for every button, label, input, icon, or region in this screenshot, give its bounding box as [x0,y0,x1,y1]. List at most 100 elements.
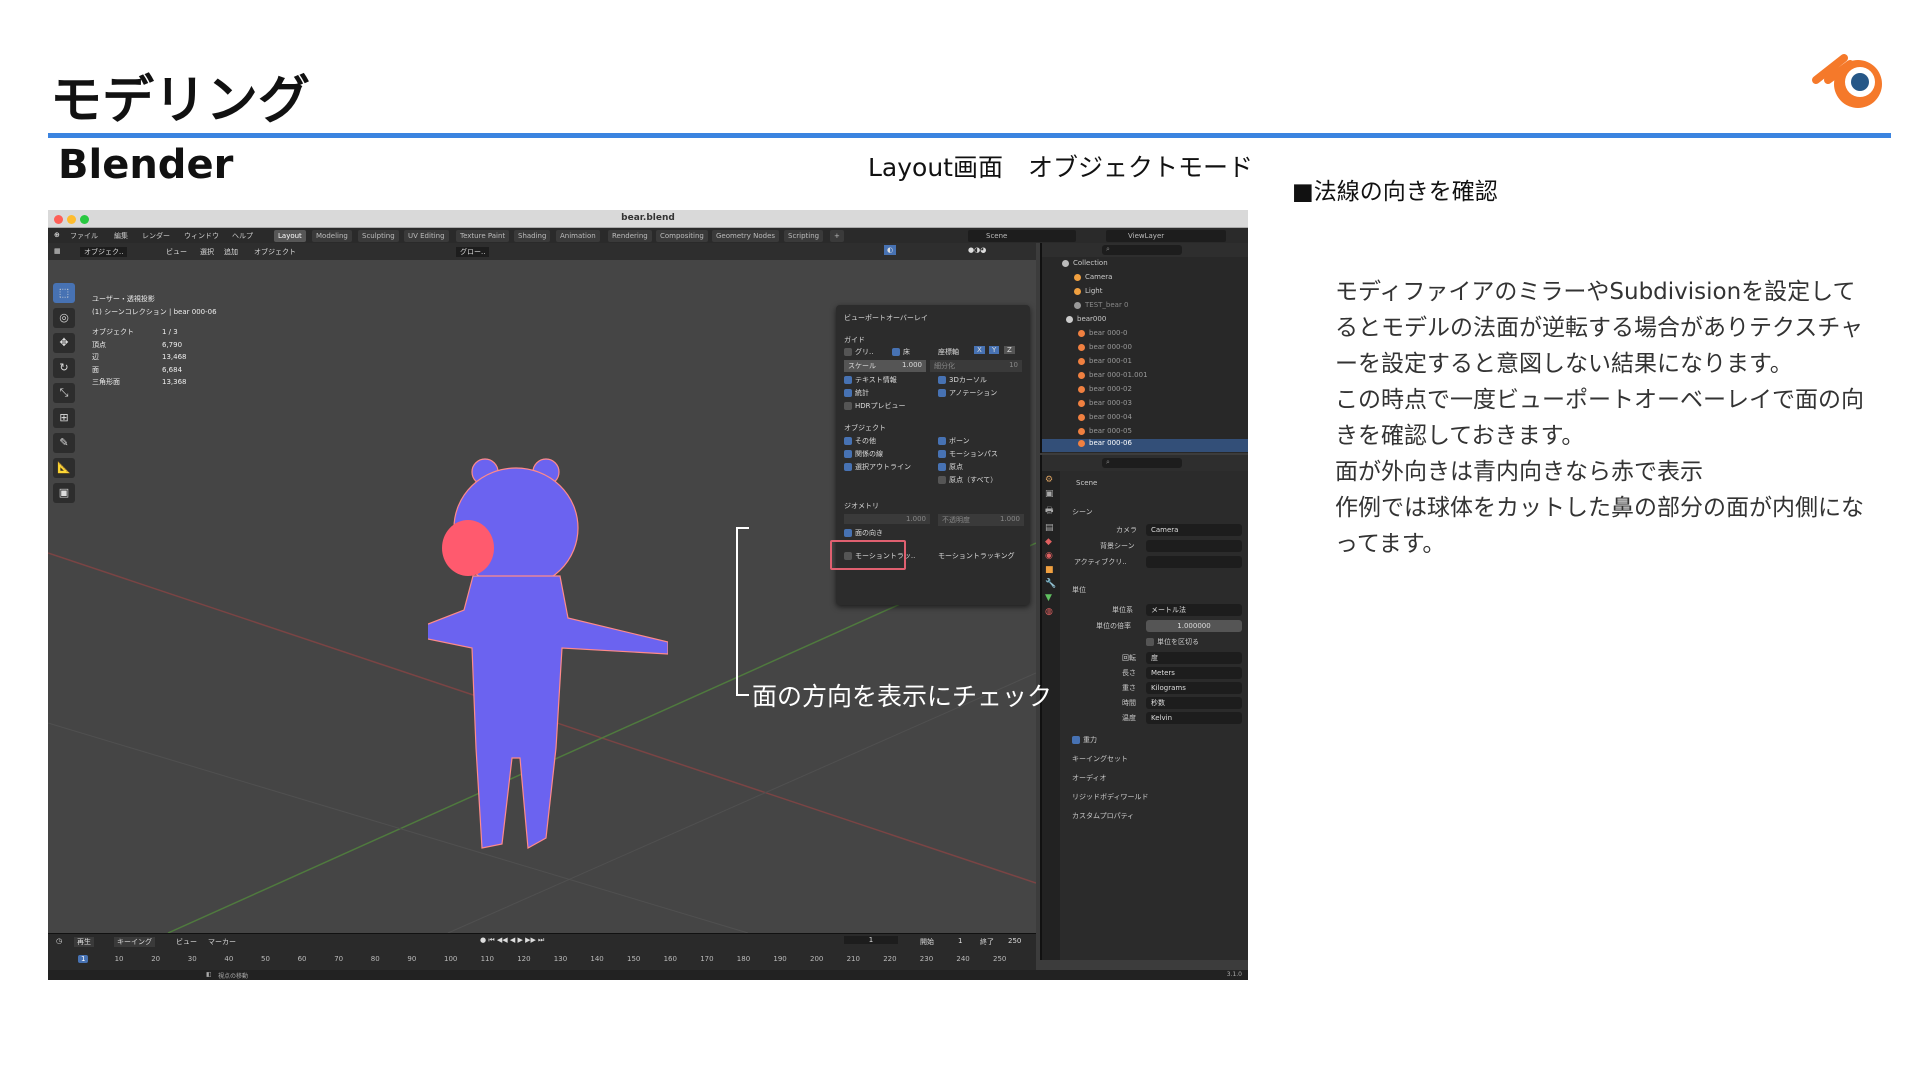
gravity-panel[interactable]: 重力 [1072,735,1097,745]
menu-object[interactable]: オブジェクト [254,247,296,257]
current-frame-field[interactable]: 1 [844,936,898,944]
rotate-icon[interactable]: ↻ [53,358,75,378]
overlay-hdr[interactable]: HDRプレビュー [844,401,906,411]
overlay-motion-paths[interactable]: モーションパス [938,449,998,459]
tab-animation[interactable]: Animation [556,230,600,242]
3d-cursor-checkbox[interactable] [938,376,946,384]
annotations-checkbox[interactable] [938,389,946,397]
menu-window[interactable]: ウィンドウ [184,231,219,241]
overlay-face-orientation[interactable]: 面の向き [844,528,883,538]
timeline-editor-icon[interactable]: ◷ [56,937,62,945]
tab-rendering[interactable]: Rendering [608,230,652,242]
tab-modeling[interactable]: Modeling [312,230,352,242]
separate-units[interactable]: 単位を区切る [1146,637,1199,647]
view-layer-tab-icon[interactable]: ▤ [1045,523,1057,533]
bear-model[interactable] [428,458,668,858]
overlay-motion-tracking-menu[interactable]: モーショントラッキング [938,551,1015,561]
floor-checkbox[interactable] [892,348,900,356]
tab-shading[interactable]: Shading [514,230,551,242]
tab-scripting[interactable]: Scripting [784,230,824,242]
world-tab-icon[interactable]: ◉ [1045,551,1057,561]
outliner-item[interactable]: Camera [1074,273,1112,281]
add-workspace-button[interactable]: + [830,230,844,242]
playback-controls-icon[interactable]: ● ⏮ ◀◀ ◀ ▶ ▶▶ ⏭ [480,936,544,945]
active-clip-field[interactable] [1146,556,1242,568]
outliner-item[interactable]: bear 000-01 [1078,357,1132,365]
mass-dropdown[interactable]: Kilograms [1146,682,1242,694]
outliner-item[interactable]: bear 000-04 [1078,413,1132,421]
outliner-item[interactable]: bear 000-00 [1078,343,1132,351]
overlay-toggle-icon[interactable]: ◐ [884,245,897,255]
timeline-ruler[interactable]: 1 10 20 30 40 50 60 70 80 90 100 110 120 130 140 150 160… [48,953,1036,967]
3d-viewport[interactable]: ▦ オブジェク.. ビュー 選択 追加 オブジェクト グロー.. ◐ ●◑◕ ⬚… [48,243,1036,933]
audio-panel[interactable]: オーディオ [1072,773,1107,783]
overlay-relations[interactable]: 関係の線 [844,449,883,459]
grid-checkbox[interactable] [844,348,852,356]
tab-texture-paint[interactable]: Texture Paint [456,230,510,242]
scale-icon[interactable]: ⤡ [53,383,75,403]
subdivision-field[interactable]: 細分化 10 [930,360,1022,372]
bones-checkbox[interactable] [938,437,946,445]
axis-z-toggle[interactable]: Z [1004,346,1015,354]
relations-checkbox[interactable] [844,450,852,458]
extras-checkbox[interactable] [844,437,852,445]
unit-scale-field[interactable]: 1.000000 [1146,620,1242,632]
outliner-item-selected[interactable]: bear 000-06 [1042,439,1248,452]
overlay-outline[interactable]: 選択アウトライン [844,462,911,472]
menu-view[interactable]: ビュー [166,247,187,257]
statistics-checkbox[interactable] [844,389,852,397]
output-tab-icon[interactable]: 🖶 [1045,503,1057,519]
measure-icon[interactable]: 📐 [53,458,75,478]
temperature-dropdown[interactable]: Kelvin [1146,712,1242,724]
shading-modes-icon[interactable]: ●◑◕ [968,246,986,254]
overlay-3d-cursor[interactable]: 3Dカーソル [938,375,987,385]
tab-compositing[interactable]: Compositing [656,230,708,242]
outliner-item[interactable]: bear 000-03 [1078,399,1132,407]
editor-type-icon[interactable]: ▦ [54,247,61,255]
outliner-search[interactable]: ⌕ [1102,245,1182,255]
data-tab-icon[interactable]: ▼ [1045,593,1057,603]
render-tab-icon[interactable]: ▣ [1045,489,1057,499]
transform-icon[interactable]: ⊞ [53,408,75,428]
menu-edit[interactable]: 編集 [114,231,128,241]
tab-layout[interactable]: Layout [274,230,306,242]
frame-end-value[interactable]: 250 [1008,937,1021,945]
overlay-grid[interactable]: グリ.. [844,347,873,357]
separate-units-checkbox[interactable] [1146,638,1154,646]
scene-tab-icon[interactable]: ◆ [1045,537,1057,547]
object-tab-icon[interactable]: ■ [1045,565,1057,575]
overlay-statistics[interactable]: 統計 [844,388,869,398]
tab-sculpting[interactable]: Sculpting [358,230,399,242]
gravity-checkbox[interactable] [1072,736,1080,744]
camera-field[interactable]: Camera [1146,524,1242,536]
outliner-item[interactable]: bear 000-05 [1078,427,1132,435]
wireframe-field[interactable]: 1.000 [844,514,930,524]
face-orientation-checkbox[interactable] [844,529,852,537]
axis-x-toggle[interactable]: X [974,346,985,354]
menu-keying[interactable]: キーイング [114,937,155,947]
keying-sets-panel[interactable]: キーイングセット [1072,754,1128,764]
menu-add[interactable]: 追加 [224,247,238,257]
text-info-checkbox[interactable] [844,376,852,384]
menu-marker[interactable]: マーカー [208,937,236,947]
outline-checkbox[interactable] [844,463,852,471]
annotate-icon[interactable]: ✎ [53,433,75,453]
overlay-origins-all[interactable]: 原点（すべて） [938,475,997,485]
overlay-floor[interactable]: 床 [892,347,910,357]
axis-y-toggle[interactable]: Y [989,346,1000,354]
overlay-bones[interactable]: ボーン [938,436,970,446]
add-cube-icon[interactable]: ▣ [53,483,75,503]
tab-uv-editing[interactable]: UV Editing [404,230,449,242]
length-dropdown[interactable]: Meters [1146,667,1242,679]
scene-selector[interactable]: Scene [968,230,1076,242]
overlay-origins[interactable]: 原点 [938,462,963,472]
view-layer-selector[interactable]: ViewLayer [1106,230,1226,242]
origins-all-checkbox[interactable] [938,476,946,484]
transform-orientation[interactable]: グロー.. [456,247,490,257]
menu-select[interactable]: 選択 [200,247,214,257]
menu-playback[interactable]: 再生 [74,937,94,947]
bg-scene-field[interactable] [1146,540,1242,552]
blender-menu-icon[interactable]: ⊕ [54,231,60,239]
move-icon[interactable]: ✥ [53,333,75,353]
outliner-item[interactable]: TEST_bear 0 [1074,301,1129,309]
